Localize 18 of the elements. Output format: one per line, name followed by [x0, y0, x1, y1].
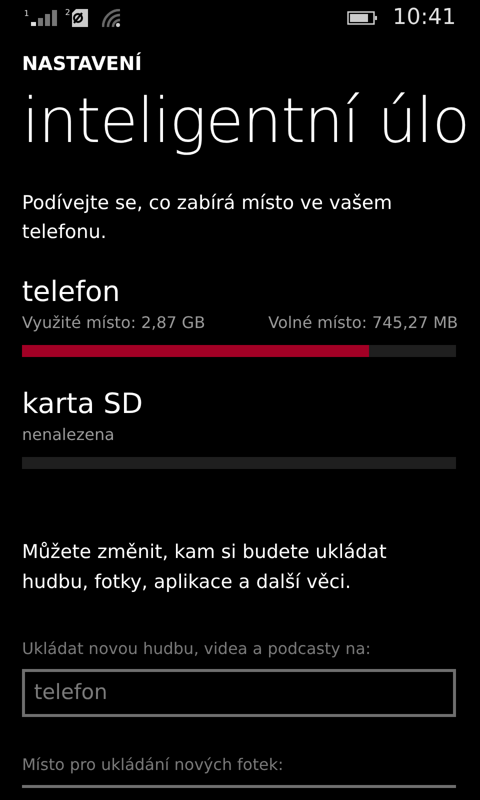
storage-name: karta SD [22, 386, 144, 420]
storage-detail: Volné místo: 745,27 MB [268, 312, 458, 334]
intro-text: Podívejte se, co zabírá místo ve vašem telefonu. [22, 190, 394, 244]
info-text: Můžete změnit, kam si budete ukládat hudbu, fotky, aplikace a další věci. [22, 540, 388, 594]
wifi-icon [102, 9, 122, 27]
page-title: inteligentní úlo [22, 82, 470, 158]
battery-icon [346, 11, 377, 25]
picker-label: Místo pro ukládání nových fotek: [22, 754, 284, 776]
app-title: NASTAVENÍ [22, 51, 143, 77]
storage-detail: Využité místo: 2,87 GB [22, 312, 206, 334]
storage-detail: nenalezena [22, 424, 114, 446]
storage-name: telefon [22, 274, 121, 308]
sim-number: 2 [65, 9, 70, 17]
signal-icon [31, 10, 58, 26]
sim-number: 1 [24, 10, 30, 18]
sim-card-icon [70, 9, 90, 27]
picker-label: Ukládat novou hudbu, videa a podcasty na: [22, 638, 372, 660]
clock-time: 10:41 [392, 7, 456, 29]
